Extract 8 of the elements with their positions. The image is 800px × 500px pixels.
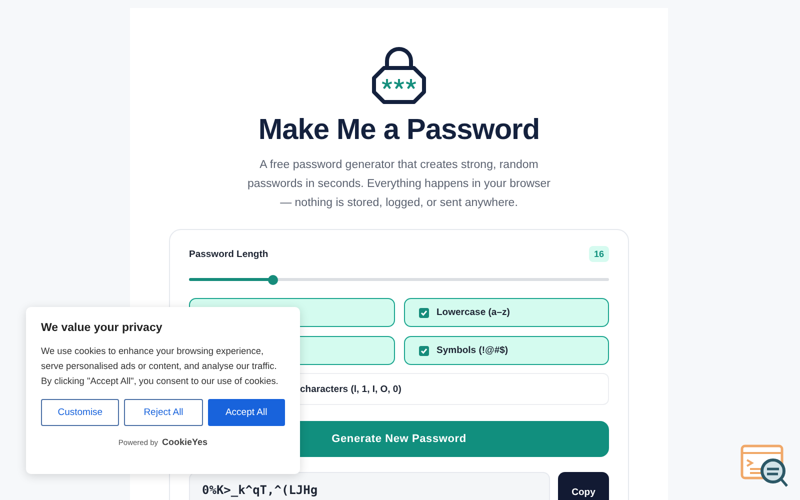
length-label: Password Length	[189, 248, 268, 260]
page-description: A free password generator that creates strong, random passwords in seconds. Everything happens in your browser — nothing is stored, logged, or sent anywhere.	[246, 158, 552, 211]
banner-title: We value your privacy	[41, 322, 164, 334]
length-value: 16	[588, 246, 609, 262]
option-label: Symbols (!@#$)	[436, 345, 508, 356]
option-label: characters (l, 1, I, O, 0)	[300, 384, 402, 394]
page-title: Make Me a Password	[258, 114, 540, 147]
option-label: Lowercase (a–z)	[436, 307, 510, 318]
